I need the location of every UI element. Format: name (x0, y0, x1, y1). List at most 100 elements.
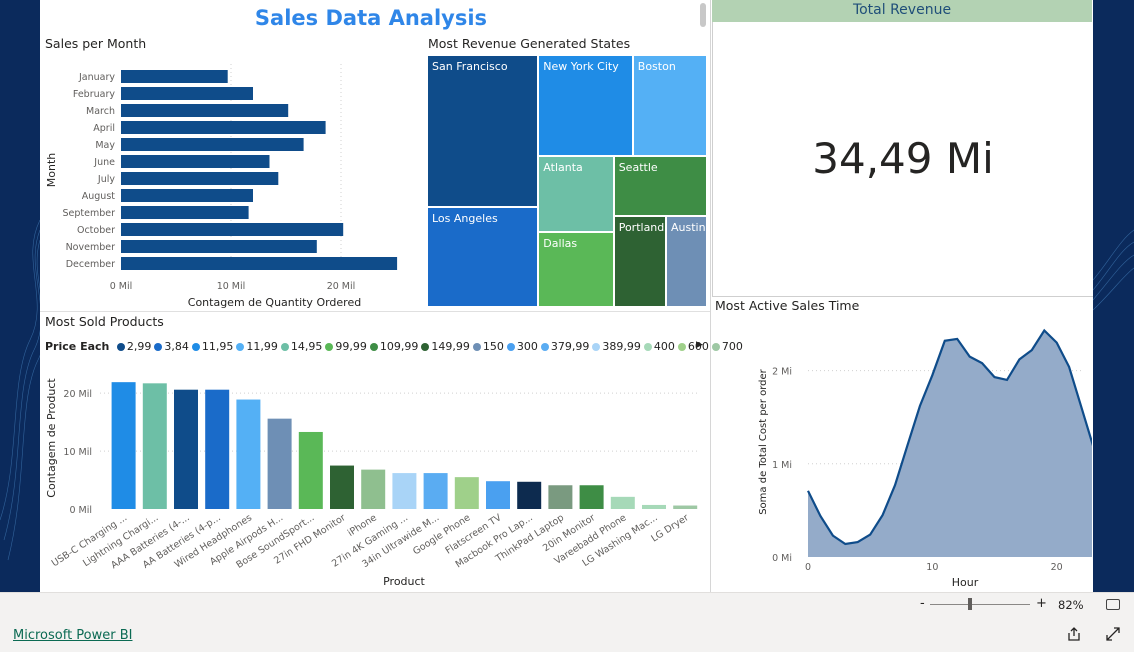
product-bar (454, 477, 479, 509)
month-bar (121, 240, 317, 253)
product-bar (298, 431, 323, 509)
legend-item[interactable]: 379,99 (540, 340, 589, 353)
legend-item[interactable]: 2,99 (116, 340, 152, 353)
legend-dot-icon (643, 342, 652, 351)
legend-item[interactable]: 300 (506, 340, 538, 353)
vertical-scrollbar-thumb[interactable] (700, 3, 706, 27)
treemap-tile-label: Los Angeles (432, 211, 498, 225)
y-tick-label: April (93, 123, 115, 134)
product-bar (267, 418, 292, 509)
y-axis-title: Contagem de Product (45, 378, 58, 498)
total-revenue-card[interactable]: 34,49 Mi (712, 22, 1093, 297)
treemap-tile[interactable]: New York City (539, 56, 632, 155)
states-treemap-title: Most Revenue Generated States (428, 36, 631, 51)
product-bar (330, 465, 354, 509)
month-bar (121, 104, 289, 117)
product-bar (111, 382, 136, 509)
product-bar (423, 473, 448, 509)
legend-label: 389,99 (602, 340, 641, 353)
product-bar (642, 504, 666, 509)
y-tick-label: May (95, 140, 115, 151)
fit-to-page-icon[interactable] (1106, 599, 1120, 610)
legend-item[interactable]: 3,84 (154, 340, 189, 353)
states-treemap[interactable]: San Francisco Los Angeles New York City Bos… (428, 56, 708, 308)
y-tick-label: February (73, 89, 115, 100)
zoom-in-button[interactable]: + (1036, 596, 1047, 611)
legend-item[interactable]: 11,95 (191, 340, 233, 353)
legend-label: 2,99 (126, 340, 152, 353)
legend-item[interactable]: 389,99 (592, 340, 641, 353)
x-tick-label: 0 Mil (110, 281, 133, 292)
power-bi-link[interactable]: Microsoft Power BI (13, 628, 132, 643)
x-axis-title: Product (383, 575, 425, 588)
treemap-tile-label: Seattle (618, 160, 658, 174)
zoom-slider-track[interactable] (930, 604, 1030, 605)
legend-dot-icon (592, 342, 601, 351)
treemap-tile[interactable]: Seattle (614, 156, 706, 216)
legend-item[interactable]: 11,99 (236, 340, 278, 353)
vertical-divider (710, 0, 711, 592)
horizontal-divider (40, 311, 710, 312)
treemap-tile[interactable]: Boston (633, 56, 706, 155)
legend-item[interactable]: 14,95 (280, 340, 323, 353)
total-revenue-value: 34,49 Mi (812, 134, 994, 183)
product-bar (486, 481, 510, 509)
treemap-tile[interactable]: Austin (666, 217, 706, 306)
legend-label: 99,99 (335, 340, 367, 353)
y-tick-label: 0 Mil (69, 505, 92, 516)
month-bar (121, 206, 249, 219)
footer-bar: Microsoft Power BI (0, 617, 1134, 652)
legend-label: 400 (653, 340, 675, 353)
legend-item[interactable]: 149,99 (421, 340, 470, 353)
y-tick-label: October (77, 225, 115, 236)
price-each-legend[interactable]: Price Each 2,99 3,84 11,95 11,99 14,95 99,99 1… (45, 340, 746, 353)
legend-item[interactable]: 600 (677, 340, 709, 353)
legend-next-arrow-icon[interactable]: ▶ (696, 340, 703, 350)
share-icon[interactable] (1066, 626, 1082, 642)
legend-dot-icon (116, 342, 125, 351)
x-axis-title: Hour (952, 576, 979, 589)
total-revenue-header: Total Revenue (712, 0, 1092, 22)
zoom-slider-thumb[interactable] (968, 598, 972, 610)
legend-item[interactable]: 150 (472, 340, 504, 353)
y-tick-label: January (78, 72, 115, 83)
treemap-tile[interactable]: San Francisco (428, 56, 538, 206)
treemap-tile[interactable]: Los Angeles (428, 207, 538, 306)
month-bar (121, 257, 398, 270)
month-bar (121, 70, 228, 83)
month-bar (121, 155, 270, 168)
sales-time-chart[interactable]: 0 Mi 1 Mi 2 Mi 0 10 20 Hour Soma de Total Cost … (712, 312, 1092, 592)
legend-title: Price Each (45, 340, 110, 353)
legend-dot-icon (369, 342, 378, 351)
y-axis-title: Soma de Total Cost per order (758, 368, 769, 514)
report-page: Sales Data Analysis Sales per Month 0 Mi… (40, 0, 1093, 592)
legend-label: 109,99 (379, 340, 419, 353)
sales-per-month-chart[interactable]: 0 Mil 10 Mil 20 Mil January February March Apr… (40, 52, 425, 314)
sales-per-month-title: Sales per Month (45, 36, 147, 51)
y-tick-label: June (93, 157, 115, 168)
legend-dot-icon (540, 342, 549, 351)
treemap-tile[interactable]: Dallas (539, 232, 613, 306)
most-sold-products-title: Most Sold Products (45, 314, 164, 329)
most-sold-products-chart[interactable]: 0 Mil10 Mil20 MilUSB-C Charging ...Light… (40, 360, 708, 592)
fullscreen-expand-icon[interactable] (1105, 626, 1121, 642)
y-tick-label: 10 Mil (63, 447, 92, 458)
x-tick-label: 10 Mil (217, 281, 246, 292)
legend-item[interactable]: 109,99 (369, 340, 419, 353)
legend-label: 3,84 (164, 340, 189, 353)
x-tick-label: 20 Mil (327, 281, 356, 292)
treemap-tile[interactable]: Atlanta (539, 156, 613, 231)
legend-dot-icon (677, 342, 686, 351)
legend-label: 14,95 (290, 340, 323, 353)
legend-item[interactable]: 99,99 (325, 340, 367, 353)
y-tick-label: December (66, 259, 115, 270)
month-bar (121, 138, 304, 151)
zoom-out-button[interactable]: - (920, 596, 925, 611)
product-bar (610, 496, 635, 509)
treemap-tile[interactable]: Portland (614, 217, 665, 306)
legend-item[interactable]: 400 (643, 340, 675, 353)
y-tick-label: August (82, 191, 116, 202)
product-bar (673, 505, 698, 509)
legend-label: 149,99 (431, 340, 470, 353)
legend-dot-icon (191, 342, 200, 351)
